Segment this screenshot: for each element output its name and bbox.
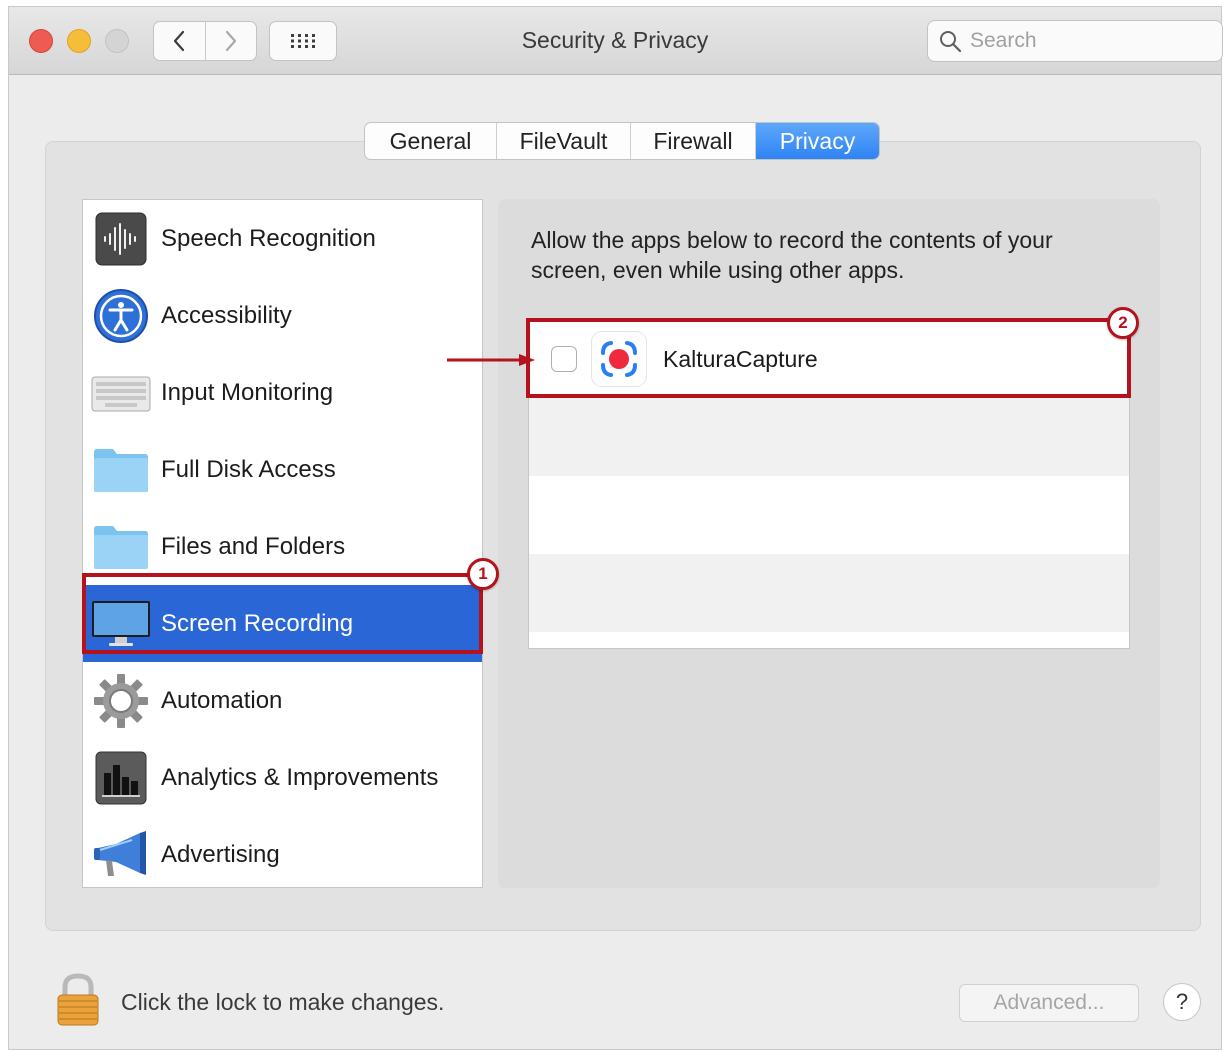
preferences-window: Security & Privacy General FileVault Fir… (8, 6, 1223, 1050)
app-list: KalturaCapture (528, 319, 1130, 649)
step-badge-2: 2 (1107, 307, 1139, 339)
search-icon (940, 31, 962, 53)
megaphone-icon (91, 825, 151, 885)
sidebar-item-files-and-folders[interactable]: Files and Folders (83, 508, 482, 585)
keyboard-icon (91, 363, 151, 423)
sidebar-item-label: Files and Folders (161, 532, 346, 560)
app-row-kalturacapture[interactable]: KalturaCapture (529, 320, 1129, 398)
tab-privacy[interactable]: Privacy (755, 123, 879, 159)
sidebar-item-label: Analytics & Improvements (161, 763, 439, 791)
gear-icon (91, 671, 151, 731)
sidebar-item-input-monitoring[interactable]: Input Monitoring (83, 354, 482, 431)
list-row (529, 554, 1129, 632)
folder-icon (91, 517, 151, 577)
tab-filevault[interactable]: FileVault (496, 123, 630, 159)
sidebar-item-label: Input Monitoring (161, 378, 334, 406)
sidebar-item-advertising[interactable]: Advertising (83, 816, 482, 893)
folder-icon (91, 440, 151, 500)
title-bar: Security & Privacy (9, 7, 1223, 75)
list-row (529, 398, 1129, 476)
step-badge-1: 1 (467, 558, 499, 590)
list-row (529, 476, 1129, 554)
waveform-icon (91, 209, 151, 269)
bar-chart-icon (91, 748, 151, 808)
sidebar-item-analytics-improvements[interactable]: Analytics & Improvements (83, 739, 482, 816)
advanced-button[interactable]: Advanced... (959, 984, 1139, 1022)
monitor-icon (91, 594, 151, 654)
pane-description: Allow the apps below to record the conte… (531, 227, 1053, 283)
record-capture-icon (591, 331, 647, 387)
app-permission-checkbox[interactable] (551, 346, 577, 372)
arrow-annotation (447, 354, 535, 366)
tab-bar: General FileVault Firewall Privacy (364, 122, 880, 160)
search-input[interactable] (970, 29, 1210, 53)
sidebar-item-label: Speech Recognition (161, 224, 376, 252)
sidebar-item-label: Accessibility (161, 301, 292, 329)
privacy-category-list: Speech Recognition Accessibility Input M… (82, 199, 483, 888)
lock-button[interactable] (55, 973, 101, 1032)
sidebar-item-automation[interactable]: Automation (83, 662, 482, 739)
app-name: KalturaCapture (663, 345, 818, 372)
search-box[interactable] (927, 20, 1223, 62)
sidebar-item-label: Automation (161, 686, 283, 714)
sidebar-item-label: Screen Recording (161, 609, 354, 637)
lock-message: Click the lock to make changes. (121, 989, 445, 1015)
help-button[interactable]: ? (1163, 983, 1201, 1021)
screen-recording-pane: Allow the apps below to record the conte… (498, 199, 1160, 888)
lock-icon (57, 973, 99, 1026)
sidebar-item-full-disk-access[interactable]: Full Disk Access (83, 431, 482, 508)
sidebar-item-label: Advertising (161, 840, 280, 868)
sidebar-item-speech-recognition[interactable]: Speech Recognition (83, 200, 482, 277)
sidebar-item-accessibility[interactable]: Accessibility (83, 277, 482, 354)
sidebar-item-screen-recording[interactable]: Screen Recording (83, 585, 482, 662)
tab-firewall[interactable]: Firewall (630, 123, 755, 159)
sidebar-item-label: Full Disk Access (161, 455, 336, 483)
tab-general[interactable]: General (365, 123, 496, 159)
accessibility-icon (91, 286, 151, 346)
